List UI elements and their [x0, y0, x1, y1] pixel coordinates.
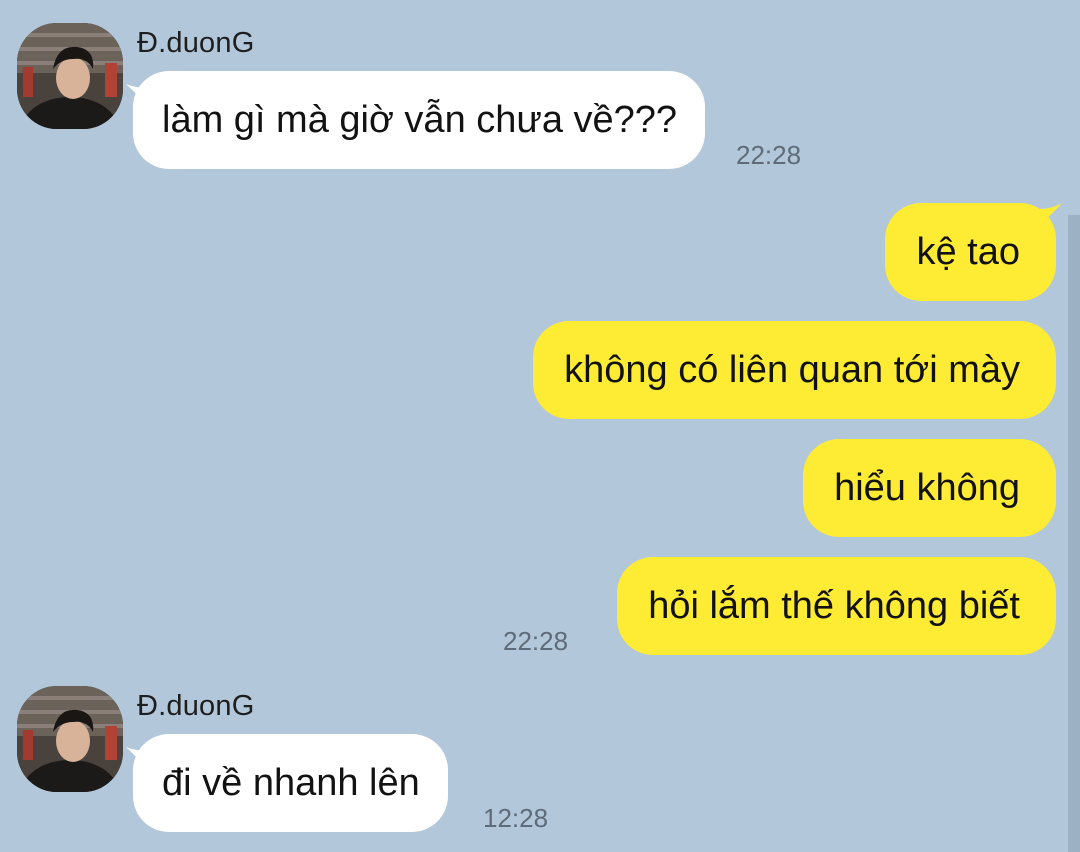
profile-photo-icon: [17, 23, 123, 129]
scrollbar[interactable]: [1068, 215, 1080, 852]
message-bubble-incoming[interactable]: đi về nhanh lên: [133, 734, 448, 832]
avatar[interactable]: [17, 23, 123, 129]
message-bubble-outgoing[interactable]: hiểu không: [803, 439, 1056, 537]
sender-name: Đ.duonG: [137, 690, 255, 722]
message-time: 22:28: [503, 626, 569, 656]
profile-photo-icon: [17, 686, 123, 792]
message-time: 22:28: [736, 140, 802, 170]
message-bubble-outgoing[interactable]: không có liên quan tới mày: [533, 321, 1056, 419]
avatar[interactable]: [17, 686, 123, 792]
sender-name: Đ.duonG: [137, 27, 255, 59]
message-bubble-outgoing[interactable]: hỏi lắm thế không biết: [617, 557, 1056, 655]
message-bubble-incoming[interactable]: làm gì mà giờ vẫn chưa về???: [133, 71, 706, 169]
message-time: 12:28: [483, 803, 549, 833]
message-bubble-outgoing[interactable]: kệ tao: [885, 203, 1056, 301]
